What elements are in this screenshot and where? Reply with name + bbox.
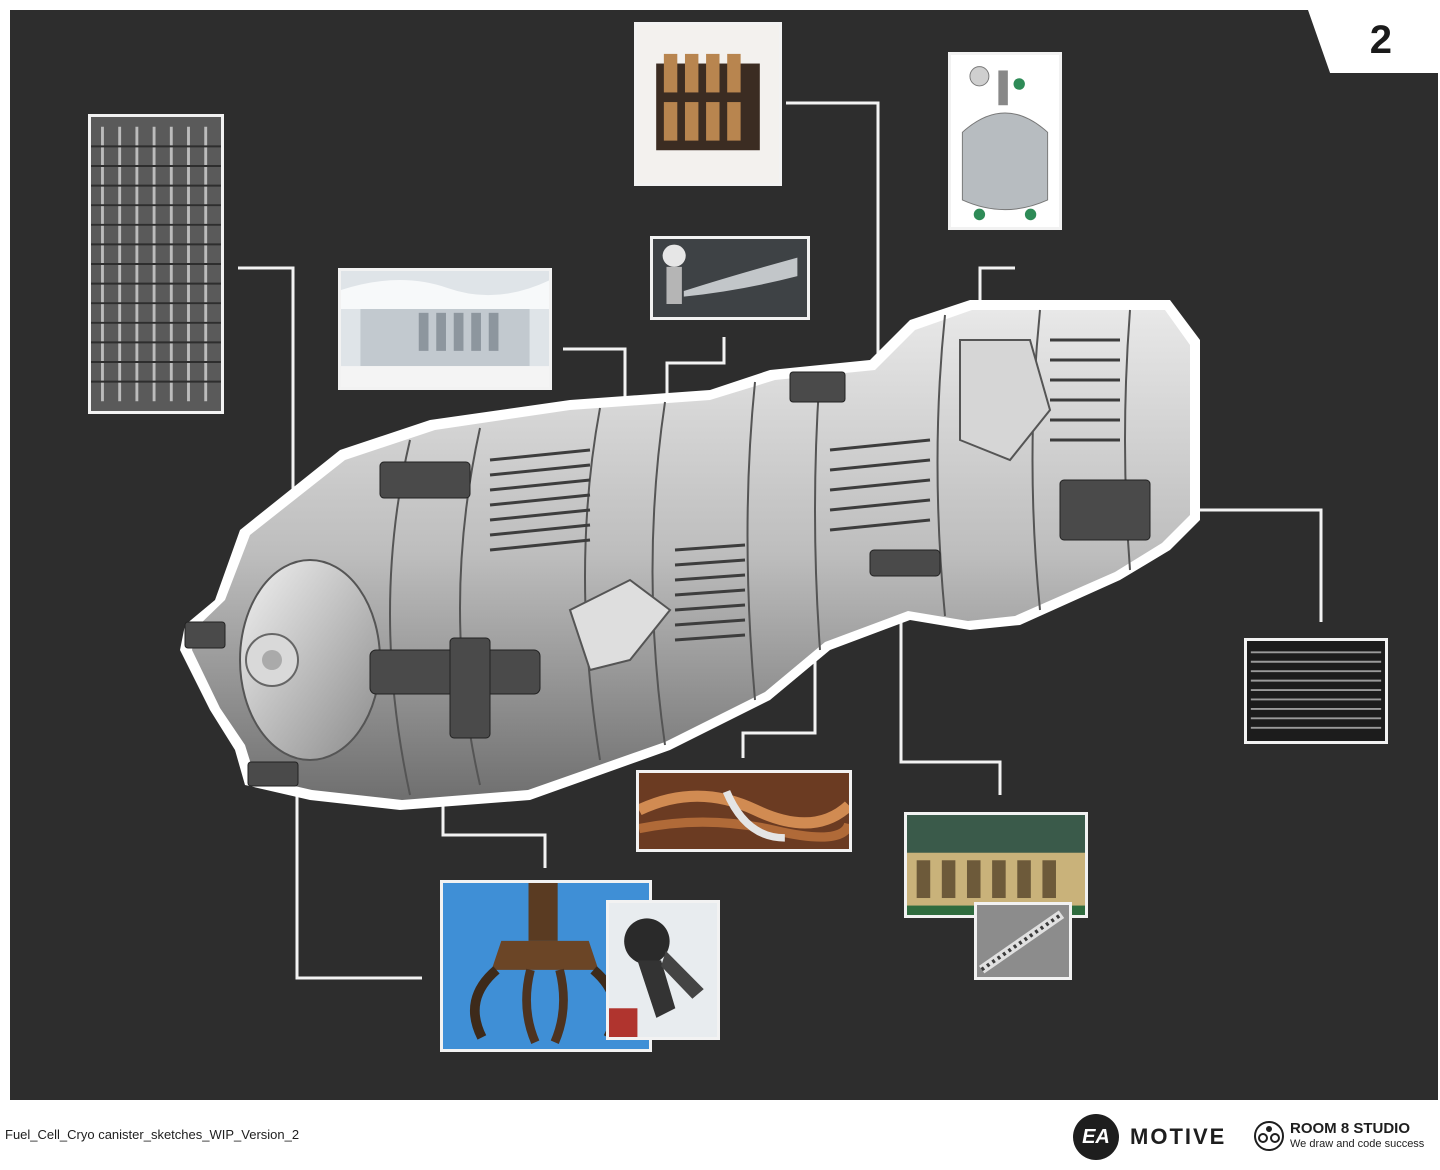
- condenser-coil-photo: [88, 114, 224, 414]
- freezer-frost-photo: [338, 268, 552, 390]
- ea-logo: EA: [1073, 1114, 1119, 1160]
- motive-logo: MOTIVE: [1130, 1124, 1227, 1149]
- spring-detail-photo: [974, 902, 1072, 980]
- page-number: 2: [1369, 18, 1392, 62]
- copper-pipes-photo: [636, 770, 852, 852]
- vent-grille-photo: [1244, 638, 1388, 744]
- page-badge: 2: [1308, 10, 1438, 73]
- relay-contactor-photo: [634, 22, 782, 186]
- room8-logo-icon: [1254, 1121, 1284, 1151]
- concept-sheet: 2 Fuel_Cell_Cryo canister_sketches_WIP_V…: [0, 0, 1440, 1170]
- robot-gripper-photo: [606, 900, 720, 1040]
- artboard: [10, 10, 1438, 1100]
- studio-name: ROOM 8 STUDIO: [1290, 1120, 1411, 1137]
- gas-spray-valve-photo: [650, 236, 810, 320]
- file-label: Fuel_Cell_Cryo canister_sketches_WIP_Ver…: [5, 1127, 300, 1142]
- studio-tagline: We draw and code success: [1290, 1138, 1425, 1150]
- dewar-tank-photo: [948, 52, 1062, 230]
